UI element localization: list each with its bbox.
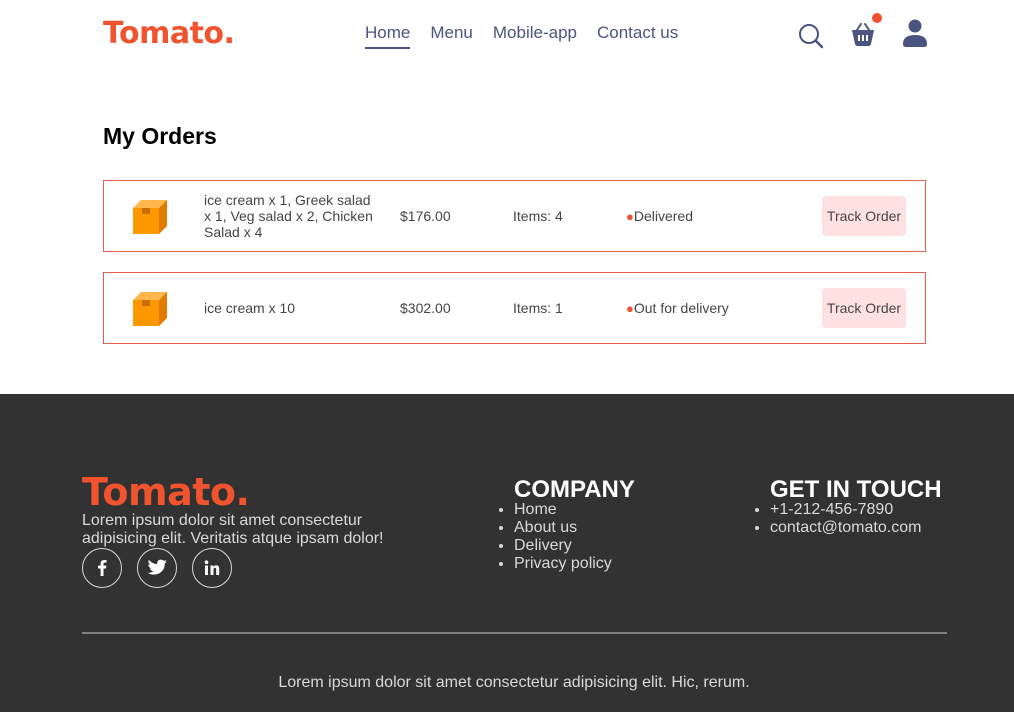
order-status: ●Out for delivery (626, 300, 729, 316)
parcel-icon (129, 288, 171, 330)
nav-item-menu[interactable]: Menu (430, 22, 473, 49)
order-items: ice cream x 10 (204, 300, 296, 316)
nav-menu: Home Menu Mobile-app Contact us (365, 22, 678, 49)
nav-item-home[interactable]: Home (365, 22, 411, 49)
track-order-button[interactable]: Track Order (822, 288, 906, 328)
cart-badge-dot (872, 13, 882, 23)
order-row: ice cream x 10 $302.00 Items: 1 ●Out for… (103, 272, 926, 344)
order-row: ice cream x 1, Greek salad x 1, Veg sala… (103, 180, 926, 252)
order-amount: $302.00 (400, 300, 451, 316)
company-heading: COMPANY (514, 476, 635, 503)
status-dot: ● (626, 301, 634, 316)
order-items: ice cream x 1, Greek salad x 1, Veg sala… (204, 192, 373, 240)
order-amount: $176.00 (400, 208, 451, 224)
navbar: Tomato. Home Menu Mobile-app Contact us (0, 0, 1014, 70)
nav-item-mobile-app[interactable]: Mobile-app (493, 22, 577, 49)
status-dot: ● (626, 209, 634, 224)
order-item-count: Items: 4 (513, 208, 563, 224)
profile-icon[interactable] (901, 18, 929, 50)
contact-heading: GET IN TOUCH (770, 476, 942, 503)
footer: Tomato. Lorem ipsum dolor sit amet conse… (0, 394, 1014, 712)
footer-logo: Tomato. (82, 470, 250, 514)
linkedin-icon[interactable] (192, 548, 232, 588)
contact-email: contact@tomato.com (770, 519, 921, 537)
footer-link-delivery[interactable]: Delivery (514, 537, 612, 555)
footer-description: Lorem ipsum dolor sit amet consectetur a… (82, 512, 384, 547)
footer-link-home[interactable]: Home (514, 501, 612, 519)
order-status: ●Delivered (626, 208, 693, 224)
track-order-button[interactable]: Track Order (822, 196, 906, 236)
contact-list: +1-212-456-7890 contact@tomato.com (770, 501, 921, 537)
facebook-icon[interactable] (82, 548, 122, 588)
basket-icon[interactable] (850, 13, 882, 50)
order-item-count: Items: 1 (513, 300, 563, 316)
footer-link-privacy-policy[interactable]: Privacy policy (514, 555, 612, 573)
footer-link-about-us[interactable]: About us (514, 519, 612, 537)
search-icon[interactable] (798, 18, 824, 50)
company-links: Home About us Delivery Privacy policy (514, 501, 612, 573)
parcel-icon (129, 196, 171, 238)
order-status-label: Out for delivery (633, 300, 729, 316)
order-status-label: Delivered (633, 208, 693, 224)
footer-divider (82, 632, 947, 634)
copyright-text: Lorem ipsum dolor sit amet consectetur a… (278, 674, 750, 691)
page-title: My Orders (103, 123, 217, 149)
twitter-icon[interactable] (137, 548, 177, 588)
contact-phone: +1-212-456-7890 (770, 501, 921, 519)
logo[interactable]: Tomato. (103, 16, 235, 52)
nav-item-contact-us[interactable]: Contact us (597, 22, 678, 49)
